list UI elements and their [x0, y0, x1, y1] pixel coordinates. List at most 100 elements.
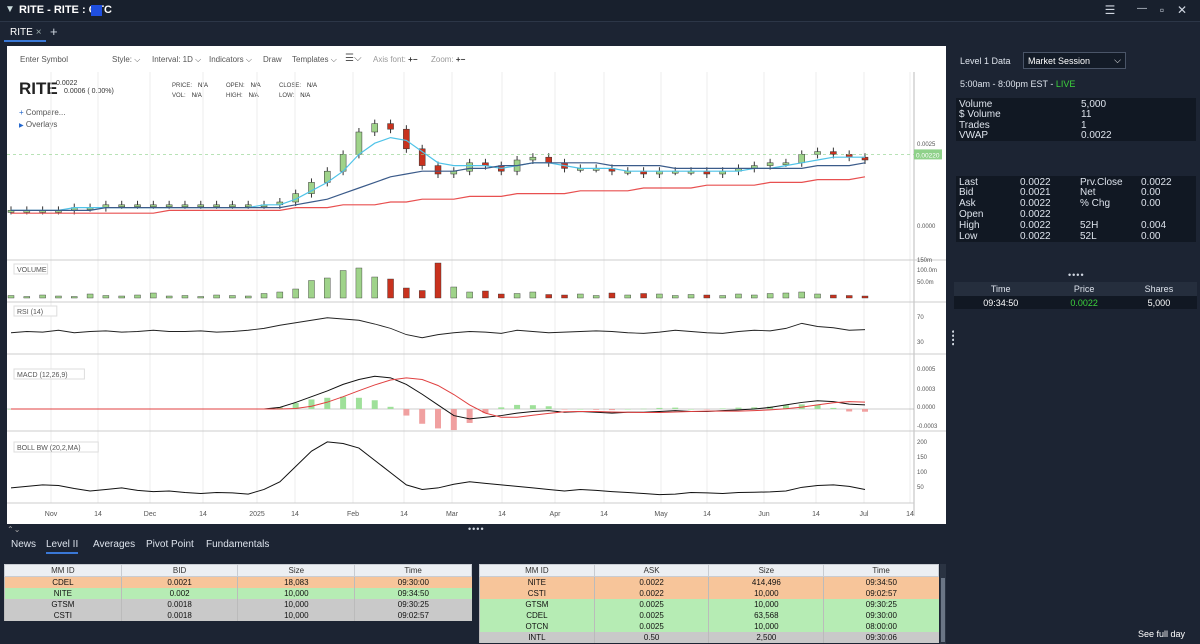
quote-value: 0.00: [1141, 187, 1161, 199]
panel-resize-handle[interactable]: ••••: [1068, 270, 1085, 280]
chart-panel[interactable]: Enter Symbol Style: ⌵ Interval: 1D ⌵ Ind…: [7, 46, 946, 524]
boll-tick: 200: [917, 440, 928, 446]
quote-value: 0.0022: [1141, 176, 1172, 188]
candle: [197, 204, 205, 208]
color-link-icon[interactable]: [91, 5, 102, 16]
bid-col-time[interactable]: Time: [354, 564, 472, 577]
maximize-icon[interactable]: ▫: [1154, 3, 1170, 17]
tab-level-ii[interactable]: Level II: [46, 539, 79, 554]
tab-rite[interactable]: RITE ×: [4, 24, 46, 42]
x-tick-label: May: [654, 511, 668, 518]
tab-averages[interactable]: Averages: [93, 539, 135, 550]
x-tick-label: 14: [703, 511, 711, 518]
bid-size: 18,083: [237, 576, 355, 588]
ts-col-time[interactable]: Time: [954, 282, 1048, 296]
macd-histogram-bar: [466, 409, 473, 423]
tab-news[interactable]: News: [11, 539, 36, 550]
ts-col-price[interactable]: Price: [1047, 282, 1121, 296]
macd-histogram-bar: [735, 407, 742, 409]
ask-col-time[interactable]: Time: [823, 564, 939, 577]
volume-bar: [482, 290, 489, 299]
hamburger-menu-icon[interactable]: ☰: [1102, 3, 1118, 17]
macd-histogram-bar: [435, 409, 441, 429]
bid-col-size[interactable]: Size: [237, 564, 356, 577]
bid-size: 10,000: [237, 587, 355, 599]
ask-row[interactable]: CSTI 0.0022 10,000 09:02:57: [479, 587, 939, 599]
ask-row[interactable]: OTCN 0.0025 10,000 08:00:00: [479, 620, 939, 632]
volume-bar: [150, 292, 157, 299]
macd-histogram-bar: [308, 399, 315, 409]
volume-tick: 150m: [917, 258, 932, 264]
bid-mm: NITE: [4, 587, 122, 599]
quote-value: 0.0021: [1020, 187, 1051, 199]
minimize-icon[interactable]: —: [1134, 3, 1150, 14]
rsi-tick: 30: [917, 340, 924, 346]
tab-close-icon[interactable]: ×: [36, 27, 42, 38]
quote-value: 0.0022: [1020, 176, 1051, 188]
candle: [371, 123, 378, 133]
ts-price: 0.0022: [1047, 296, 1121, 309]
bid-row[interactable]: NITE 0.002 10,000 09:34:50: [4, 587, 472, 599]
ask-price: 0.0022: [593, 576, 709, 588]
scroll-thumb[interactable]: [941, 578, 945, 642]
ask-col-ask[interactable]: ASK: [593, 564, 710, 577]
bid-row[interactable]: CSTI 0.0018 10,000 09:02:57: [4, 609, 472, 621]
candle: [403, 128, 410, 150]
macd-histogram-bar: [672, 407, 679, 409]
bid-row[interactable]: CDEL 0.0021 18,083 09:30:00: [4, 576, 472, 588]
tab-fundamentals[interactable]: Fundamentals: [206, 539, 269, 550]
macd-histogram-bar: [624, 409, 631, 410]
ask-mm: GTSM: [479, 598, 595, 610]
pane-label: VOLUME: [17, 267, 47, 274]
macd-histogram-bar: [403, 409, 410, 416]
close-icon[interactable]: ✕: [1174, 3, 1190, 17]
bid-col-mmid[interactable]: MM ID: [4, 564, 122, 577]
macd-tick: 0.0003: [917, 387, 936, 393]
ask-row[interactable]: INTL 0.50 2,500 09:30:06: [479, 631, 939, 643]
quote-label: Prv.Close: [1080, 176, 1123, 188]
session-hours: 5:00am - 8:00pm EST - LIVE: [960, 79, 1075, 89]
ts-col-shares[interactable]: Shares: [1120, 282, 1197, 296]
quote-label: Last: [959, 176, 978, 188]
price-chart[interactable]: 0.0025 0.0000 0.00220 150m 100.0m 50.0m 70 30 0.…: [7, 46, 946, 524]
add-tab-icon[interactable]: +: [50, 24, 58, 39]
ask-price: 0.0025: [593, 598, 709, 610]
ask-row[interactable]: GTSM 0.0025 10,000 09:30:25: [479, 598, 939, 610]
ask-price: 0.50: [593, 631, 709, 643]
candle: [134, 204, 141, 208]
volume-bar: [798, 291, 805, 299]
bid-row[interactable]: GTSM 0.0018 10,000 09:30:25: [4, 598, 472, 610]
bid-time: 09:30:00: [354, 576, 472, 588]
ask-col-size[interactable]: Size: [708, 564, 825, 577]
collapse-toggle-icon[interactable]: ⌃⌄: [7, 525, 20, 534]
ts-row[interactable]: 09:34:50 0.0022 5,000: [954, 296, 1197, 309]
x-tick-label: 14: [498, 511, 506, 518]
volume-bar: [561, 294, 568, 299]
quote-label: 52L: [1080, 230, 1097, 242]
boll-bw-line: [10, 441, 866, 496]
horizontal-resize-handle[interactable]: ••••: [468, 524, 485, 534]
level2-scrollbar[interactable]: [940, 564, 946, 644]
ask-row[interactable]: NITE 0.0022 414,496 09:34:50: [479, 576, 939, 588]
market-session-select[interactable]: Market Session ⌵: [1023, 52, 1126, 69]
tab-pivot-point[interactable]: Pivot Point: [146, 539, 194, 550]
boll-tick: 100: [917, 470, 928, 476]
tab-label: RITE: [10, 27, 33, 38]
volume-bar: [830, 294, 837, 299]
window-menu-icon[interactable]: ▼: [5, 4, 15, 15]
volume-bar: [260, 293, 268, 299]
ask-mm: INTL: [479, 631, 595, 643]
ask-price: 0.0022: [593, 587, 709, 599]
x-tick-label: Feb: [347, 511, 359, 518]
quote-value: 0.0022: [1020, 230, 1051, 242]
candle: [229, 204, 236, 208]
candle: [181, 204, 189, 208]
stat-label: Trades: [959, 119, 990, 131]
rsi-tick: 70: [917, 315, 924, 321]
see-full-day-link[interactable]: See full day: [1138, 629, 1185, 639]
bid-mm: GTSM: [4, 598, 122, 610]
ask-row[interactable]: CDEL 0.0025 63,568 09:30:00: [479, 609, 939, 621]
ask-col-mmid[interactable]: MM ID: [479, 564, 595, 577]
stat-value: 1: [1081, 119, 1087, 131]
bid-col-bid[interactable]: BID: [120, 564, 239, 577]
